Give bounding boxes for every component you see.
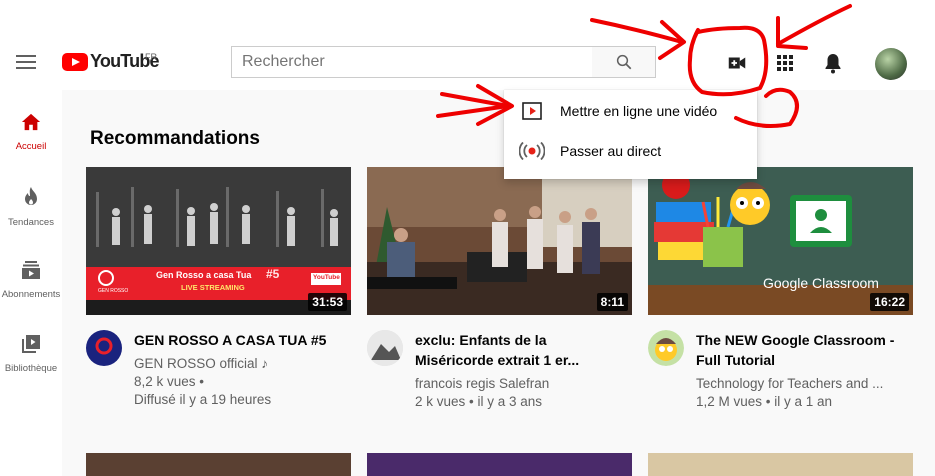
home-icon: [21, 113, 41, 131]
menu-item-label: Passer au direct: [560, 143, 662, 159]
library-icon: [22, 335, 40, 353]
search-icon: [616, 54, 631, 70]
account-avatar[interactable]: [875, 48, 907, 80]
sidebar-item-label: Bibliothèque: [4, 363, 58, 374]
apps-button[interactable]: [765, 43, 805, 83]
video-thumbnail-row2[interactable]: [367, 453, 632, 476]
top-bar: YouTube FR: [0, 0, 935, 90]
video-card[interactable]: 8:11 exclu: Enfants de la Miséricorde ex…: [367, 167, 632, 409]
banner-title: Gen Rosso a casa Tua: [156, 270, 252, 280]
video-meta: exclu: Enfants de la Miséricorde extrait…: [415, 330, 627, 411]
notifications-button[interactable]: [813, 43, 853, 83]
channel-avatar[interactable]: [367, 330, 403, 366]
video-thumbnail[interactable]: Gen Rosso a casa Tua #5 LIVE STREAMING G…: [86, 167, 351, 315]
sidebar-item-label: Accueil: [15, 141, 47, 152]
country-code: FR: [145, 52, 157, 62]
video-thumbnail-row2[interactable]: [648, 453, 913, 476]
menu-item-label: Mettre en ligne une vidéo: [560, 103, 718, 119]
video-card[interactable]: Google Classroom 16:22 The NEW Google Cl…: [648, 167, 913, 409]
sidebar-item-tendances[interactable]: Tendances: [0, 186, 62, 228]
video-stats: 2 k vues • il y a 3 ans: [415, 394, 543, 409]
section-title: Recommandations: [90, 128, 260, 149]
video-meta: GEN ROSSO A CASA TUA #5 GEN ROSSO offici…: [134, 330, 346, 409]
banner-number: #5: [266, 267, 280, 281]
channel-name[interactable]: GEN ROSSO official ♪: [134, 355, 346, 373]
create-menu: Mettre en ligne une vidéo Passer au dire…: [504, 90, 757, 179]
video-card[interactable]: Gen Rosso a casa Tua #5 LIVE STREAMING G…: [86, 167, 351, 407]
video-thumbnail[interactable]: 8:11: [367, 167, 632, 315]
subscriptions-icon: [22, 261, 40, 279]
fire-icon: [25, 187, 37, 205]
video-duration: 8:11: [596, 293, 628, 311]
banner-sub: LIVE STREAMING: [181, 283, 245, 292]
video-stats: 1,2 M vues • il y a 1 an: [696, 394, 833, 409]
video-title[interactable]: The NEW Google Classroom - Full Tutorial: [696, 330, 908, 370]
youtube-play-icon: [62, 52, 88, 71]
go-live-icon: [504, 142, 560, 160]
search-button[interactable]: [592, 46, 656, 78]
arrow-annotation-menu: [436, 92, 510, 118]
create-video-icon: [728, 57, 746, 69]
choir-scene-image: [367, 167, 632, 315]
video-duration: 31:53: [308, 293, 347, 311]
menu-item-go-live[interactable]: Passer au direct: [504, 131, 757, 171]
upload-video-icon: [504, 102, 560, 120]
video-views: 8,2 k vues •: [134, 374, 205, 389]
menu-icon[interactable]: [14, 52, 38, 72]
apps-grid-icon: [777, 55, 793, 71]
video-thumbnail-row2[interactable]: [86, 453, 351, 476]
music-note-icon: ♪: [261, 356, 269, 371]
channel-name[interactable]: Technology for Teachers and ...: [696, 375, 908, 393]
channel-avatar[interactable]: [648, 330, 684, 366]
create-video-button[interactable]: [717, 43, 757, 83]
sidebar-item-bibliotheque[interactable]: Bibliothèque: [0, 334, 62, 374]
video-date: Diffusé il y a 19 heures: [134, 392, 272, 407]
search-input[interactable]: [232, 47, 592, 77]
thumbnail-brand-text: Google Classroom: [763, 275, 879, 291]
sidebar: Accueil Tendances Abonnements Bibliothèq…: [0, 90, 62, 476]
video-thumbnail[interactable]: Google Classroom 16:22: [648, 167, 913, 315]
video-title[interactable]: GEN ROSSO A CASA TUA #5: [134, 330, 346, 350]
channel-name[interactable]: francois regis Salefran: [415, 375, 627, 393]
search-box[interactable]: [231, 46, 593, 78]
video-title[interactable]: exclu: Enfants de la Miséricorde extrait…: [415, 330, 627, 370]
sidebar-item-label: Tendances: [8, 217, 54, 228]
channel-avatar[interactable]: [86, 330, 122, 366]
video-meta: The NEW Google Classroom - Full Tutorial…: [696, 330, 908, 411]
notifications-bell-icon: [825, 54, 841, 74]
sidebar-item-abonnements[interactable]: Abonnements: [0, 260, 62, 300]
menu-item-upload-video[interactable]: Mettre en ligne une vidéo: [504, 91, 757, 131]
sidebar-item-label: Abonnements: [1, 289, 61, 300]
banner-youtube: YouTube: [313, 274, 340, 281]
video-duration: 16:22: [870, 293, 909, 311]
sidebar-item-accueil[interactable]: Accueil: [0, 112, 62, 152]
banner-logo: GEN ROSSO: [98, 288, 129, 294]
